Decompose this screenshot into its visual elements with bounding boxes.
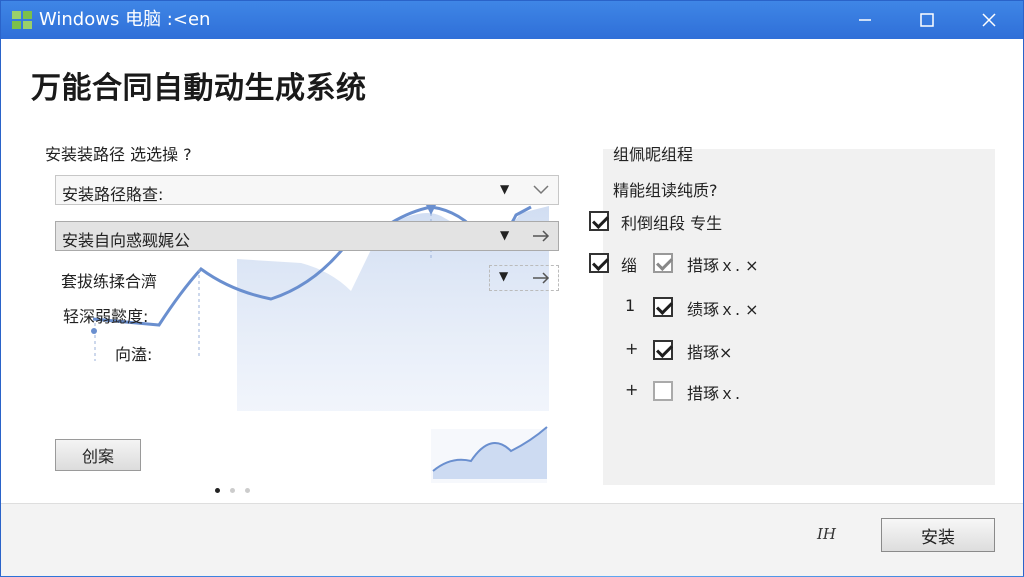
option-label-5: 揩琢× [687, 343, 733, 362]
mini-chart-line [432, 426, 548, 472]
install-path-label: 安装装路径 选选操 ? [45, 145, 192, 164]
mini-chart-area [433, 427, 547, 479]
minimize-icon [859, 19, 871, 21]
dropdown-arrow-icon[interactable]: ▼ [500, 228, 509, 242]
option-checkbox-4[interactable] [653, 297, 673, 317]
footer-text: IH [817, 525, 837, 543]
option-checkbox-6[interactable] [653, 381, 673, 401]
option-label-6: 措琢ｘ. [687, 384, 741, 403]
install-option-value: 安装自向惑觋娓公 [62, 231, 191, 250]
direction-label: 向溘: [115, 345, 153, 364]
install-option-dropdown[interactable]: 安装自向惑觋娓公 ▼ [55, 221, 559, 251]
bullet-2: + [625, 339, 639, 358]
option-checkbox-5[interactable] [653, 340, 673, 360]
bullet-1: 1 [625, 296, 636, 315]
close-icon [982, 13, 996, 27]
arrow-right-icon[interactable] [526, 224, 556, 248]
install-path-value: 安装路径賂查: [62, 185, 164, 204]
page-dot[interactable] [215, 488, 220, 493]
window-title: Windows 电脑 :<en [39, 9, 211, 30]
option-label-2: 缁 [621, 256, 638, 275]
page-indicator[interactable] [215, 478, 260, 497]
option-label-1: 利倒组段 专生 [621, 214, 723, 233]
minimize-button[interactable] [837, 1, 893, 39]
maximize-button[interactable] [899, 1, 955, 39]
chevron-down-icon[interactable] [526, 178, 556, 202]
chart-dot [91, 328, 97, 334]
footer-bar [1, 503, 1023, 576]
installer-window: Windows 电脑 :<en 万能合同自動动生成系统 安装装路径 选选操 ? … [0, 0, 1024, 576]
title-bar[interactable]: Windows 电脑 :<en [1, 1, 1023, 39]
page-title: 万能合同自動动生成系统 [31, 71, 367, 106]
close-button[interactable] [961, 1, 1017, 39]
option-label-4: 绩琢ｘ. × [687, 300, 759, 319]
option-checkbox-2[interactable] [589, 253, 609, 273]
bullet-3: + [625, 380, 639, 399]
component-dropdown[interactable]: 套拔练揉合濟 ▼ [55, 263, 559, 293]
install-button[interactable]: 安装 [881, 518, 995, 552]
arrow-right-icon[interactable] [489, 265, 559, 291]
maximize-icon [920, 13, 934, 27]
install-path-dropdown[interactable]: 安装路径賂查: ▼ [55, 175, 559, 205]
option-label-3: 措琢ｘ. × [687, 256, 759, 275]
page-dot[interactable] [230, 488, 235, 493]
mini-chart-frame [431, 429, 547, 483]
dropdown-arrow-icon[interactable]: ▼ [500, 182, 509, 196]
options-subtitle: 精能组读纯质? [613, 181, 718, 200]
component-value: 套拔练揉合濟 [61, 272, 158, 291]
option-checkbox-3[interactable] [653, 253, 673, 273]
option-checkbox-1[interactable] [589, 211, 609, 231]
options-title: 组佩昵组程 [613, 145, 694, 164]
progress-label: 轻深弱懿度: [63, 307, 149, 326]
page-dot[interactable] [245, 488, 250, 493]
windows-logo-icon [12, 11, 32, 29]
create-button[interactable]: 创案 [55, 439, 141, 471]
